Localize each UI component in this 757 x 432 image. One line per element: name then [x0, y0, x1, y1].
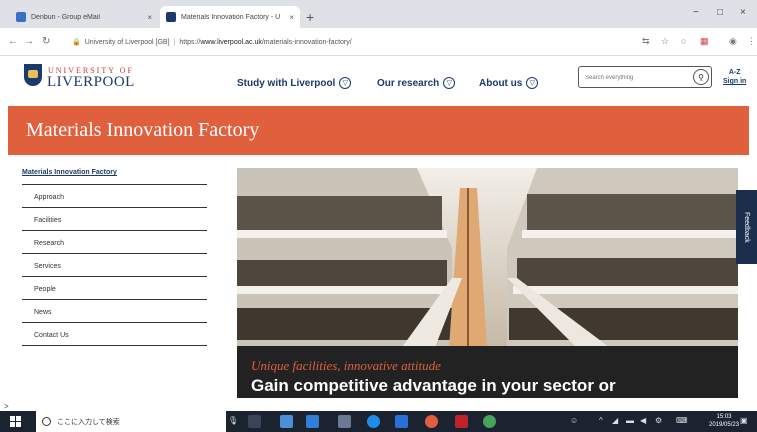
maximize-button[interactable]: □ — [717, 7, 723, 18]
cortana-circle-icon — [42, 417, 51, 426]
nav-label: About us — [479, 77, 523, 89]
notifications-icon[interactable]: ▣ — [740, 416, 748, 425]
nav-label: Study with Liverpool — [237, 77, 336, 89]
sidebar-item-materials-innovation-factory[interactable]: Materials Innovation Factory — [22, 167, 207, 185]
extension-circle-icon[interactable]: ○ — [681, 36, 686, 46]
clock-time: 15:03 — [716, 414, 732, 420]
section-sidebar: Materials Innovation Factory Approach Fa… — [22, 167, 207, 346]
network-icon[interactable]: ◢ — [612, 416, 618, 425]
hero-headline: Gain competitive advantage in your secto… — [251, 376, 616, 395]
app-red-icon[interactable] — [455, 415, 468, 428]
tray-chevron-icon[interactable]: ^ — [599, 416, 603, 425]
windows-taskbar: ここに入力して検索 🎙 ☺ ^ ◢ ▬ ◀ ⚙ ⌨ 15:03 2019/05/… — [0, 411, 757, 432]
hero-image: Unique facilities, innovative attitude G… — [237, 168, 738, 398]
translate-icon[interactable]: ⇆ — [642, 36, 650, 47]
separator: | — [173, 38, 176, 46]
forward-arrow-icon[interactable]: → — [24, 36, 34, 47]
search-input[interactable] — [585, 72, 685, 84]
hero-tagline: Unique facilities, innovative attitude — [251, 358, 441, 373]
battery-icon[interactable]: ▬ — [626, 416, 634, 425]
chevron-down-icon: ▽ — [443, 77, 456, 89]
close-tab-icon[interactable]: × — [289, 13, 294, 22]
tab-denbun[interactable]: Denbun - Group eMail × — [10, 6, 158, 28]
page-title: Materials Innovation Factory — [26, 119, 260, 141]
lock-icon: 🔒 — [72, 39, 81, 46]
app-orange-icon[interactable] — [425, 415, 438, 428]
sidebar-item-contact-us[interactable]: Contact Us — [22, 323, 207, 346]
close-window-button[interactable]: × — [740, 7, 746, 18]
extension-grid-icon[interactable]: ▦ — [700, 36, 709, 47]
az-link[interactable]: A-Z — [723, 68, 746, 77]
site-search: ⚲ — [578, 66, 712, 88]
hero-caption: Unique facilities, innovative attitude G… — [237, 346, 738, 398]
university-crest-icon[interactable] — [24, 64, 42, 86]
close-tab-icon[interactable]: × — [147, 13, 152, 22]
taskbar-search[interactable]: ここに入力して検索 — [36, 411, 226, 432]
mail-app-icon[interactable] — [338, 415, 351, 428]
tab-title: Denbun - Group eMail — [31, 13, 100, 21]
browser-tab-strip: Denbun - Group eMail × Materials Innovat… — [0, 0, 757, 28]
sync-icon[interactable]: ⚙ — [655, 416, 662, 425]
nav-about-us[interactable]: About us ▽ — [479, 77, 539, 89]
back-arrow-icon[interactable]: ← — [8, 36, 18, 47]
sidebar-item-news[interactable]: News — [22, 300, 207, 323]
denbun-favicon-icon — [16, 12, 26, 22]
chrome-icon[interactable] — [483, 415, 496, 428]
taskbar-search-placeholder: ここに入力して検索 — [57, 418, 120, 426]
edge-browser-icon[interactable] — [367, 415, 380, 428]
address-bar[interactable]: 🔒 University of Liverpool [GB] | https:/… — [72, 33, 632, 51]
explorer-icon[interactable] — [306, 415, 319, 428]
bookmark-star-icon[interactable]: ☆ — [661, 36, 669, 47]
page-banner: Materials Innovation Factory — [8, 106, 749, 155]
liverpool-favicon-icon — [166, 12, 176, 22]
url-domain: www.liverpool.ac.uk — [200, 38, 262, 46]
url-prefix: https:// — [179, 38, 201, 46]
az-sign-in: A-Z Sign in — [723, 68, 746, 86]
logo-text-bottom[interactable]: LIVERPOOL — [47, 74, 135, 91]
feedback-tab[interactable]: Feedback — [736, 190, 757, 264]
browser-toolbar: ← → ↻ 🔒 University of Liverpool [GB] | h… — [0, 28, 757, 56]
sidebar-item-research[interactable]: Research — [22, 231, 207, 254]
tab-title: Materials Innovation Factory - U — [181, 13, 281, 21]
site-header: UNIVERSITY OF LIVERPOOL Study with Liver… — [0, 56, 757, 106]
task-view-icon[interactable] — [248, 415, 261, 428]
windows-start-icon[interactable] — [10, 416, 21, 427]
app-pin-icon[interactable] — [280, 415, 293, 428]
sidebar-item-services[interactable]: Services — [22, 254, 207, 277]
url-path: /materials-innovation-factory/ — [261, 38, 352, 46]
people-icon[interactable]: ☺ — [570, 416, 578, 425]
status-url: > — [4, 402, 9, 411]
volume-icon[interactable]: ◀ — [640, 416, 646, 425]
sidebar-item-facilities[interactable]: Facilities — [22, 208, 207, 231]
tab-materials-innovation-factory[interactable]: Materials Innovation Factory - U × — [160, 6, 300, 28]
nav-our-research[interactable]: Our research ▽ — [377, 77, 456, 89]
reload-icon[interactable]: ↻ — [42, 36, 50, 47]
profile-avatar-icon[interactable]: ◉ — [729, 36, 737, 47]
search-icon[interactable]: ⚲ — [693, 69, 709, 85]
outlook-icon[interactable] — [395, 415, 408, 428]
site-identity: University of Liverpool [GB] — [84, 38, 170, 46]
keyboard-icon[interactable]: ⌨ — [676, 416, 688, 425]
clock-date: 2019/05/23 — [709, 422, 740, 428]
sidebar-item-approach[interactable]: Approach — [22, 185, 207, 208]
nav-study-with-liverpool[interactable]: Study with Liverpool ▽ — [237, 77, 352, 89]
sidebar-item-people[interactable]: People — [22, 277, 207, 300]
sign-in-link[interactable]: Sign in — [723, 77, 746, 86]
chevron-down-icon: ▽ — [339, 77, 352, 89]
taskbar-clock[interactable]: 15:03 2019/05/23 — [709, 413, 739, 429]
nav-label: Our research — [377, 77, 440, 89]
minimize-button[interactable]: − — [693, 7, 699, 18]
microphone-icon[interactable]: 🎙 — [228, 416, 238, 425]
new-tab-button[interactable]: + — [306, 9, 314, 25]
menu-dots-icon[interactable]: ⋮ — [747, 36, 756, 47]
chevron-down-icon: ▽ — [526, 77, 539, 89]
